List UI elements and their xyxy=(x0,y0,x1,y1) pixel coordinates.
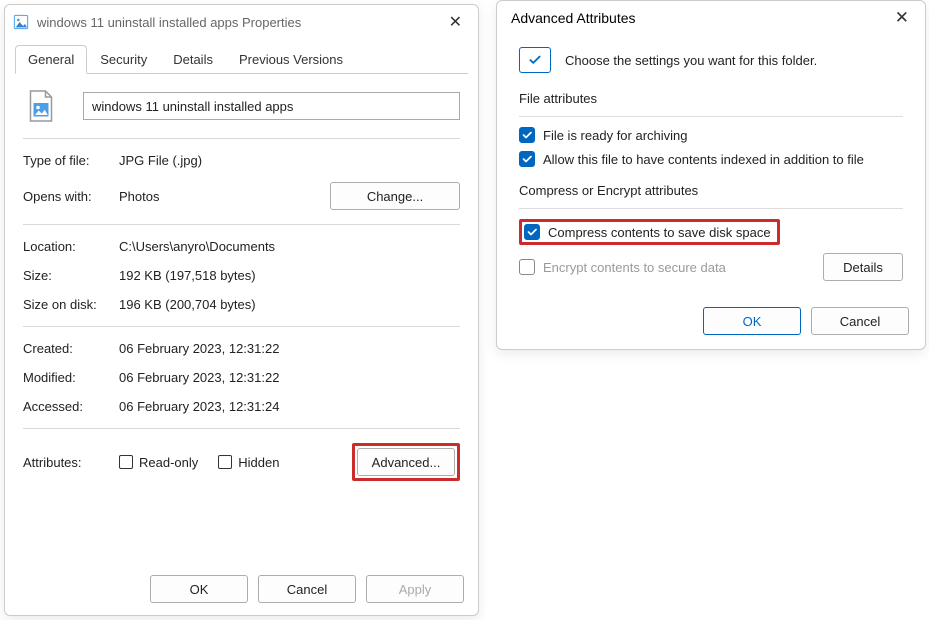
location-label: Location: xyxy=(23,239,119,254)
ok-button[interactable]: OK xyxy=(150,575,248,603)
close-icon[interactable]: ✕ xyxy=(887,4,917,32)
size-label: Size: xyxy=(23,268,119,283)
close-icon[interactable]: ✕ xyxy=(441,8,470,36)
size-value: 192 KB (197,518 bytes) xyxy=(119,268,256,283)
accessed-label: Accessed: xyxy=(23,399,119,414)
advanced-title: Advanced Attributes xyxy=(505,10,887,26)
created-value: 06 February 2023, 12:31:22 xyxy=(119,341,279,356)
archive-label: File is ready for archiving xyxy=(543,128,688,143)
compress-encrypt-label: Compress or Encrypt attributes xyxy=(519,183,903,198)
properties-title: windows 11 uninstall installed apps Prop… xyxy=(37,15,441,30)
size-on-disk-value: 196 KB (200,704 bytes) xyxy=(119,297,256,312)
compress-highlight: Compress contents to save disk space xyxy=(519,219,780,245)
readonly-checkbox[interactable] xyxy=(119,455,133,469)
change-button[interactable]: Change... xyxy=(330,182,460,210)
details-button[interactable]: Details xyxy=(823,253,903,281)
index-label: Allow this file to have contents indexed… xyxy=(543,152,864,167)
modified-value: 06 February 2023, 12:31:22 xyxy=(119,370,279,385)
encrypt-label: Encrypt contents to secure data xyxy=(543,260,726,275)
advanced-intro: Choose the settings you want for this fo… xyxy=(565,53,817,68)
checkmark-icon xyxy=(519,47,551,73)
opens-with-label: Opens with: xyxy=(23,189,119,204)
apply-button[interactable]: Apply xyxy=(366,575,464,603)
compress-checkbox[interactable] xyxy=(524,224,540,240)
type-value: JPG File (.jpg) xyxy=(119,153,202,168)
advanced-attributes-dialog: Advanced Attributes ✕ Choose the setting… xyxy=(496,0,926,350)
properties-titlebar: windows 11 uninstall installed apps Prop… xyxy=(5,5,478,39)
encrypt-checkbox[interactable] xyxy=(519,259,535,275)
cancel-button[interactable]: Cancel xyxy=(811,307,909,335)
opens-with-value: Photos xyxy=(119,189,330,204)
readonly-label: Read-only xyxy=(139,455,198,470)
general-pane: Type of file:JPG File (.jpg) Opens with:… xyxy=(5,74,478,509)
advanced-titlebar: Advanced Attributes ✕ xyxy=(497,1,925,35)
index-checkbox[interactable] xyxy=(519,151,535,167)
advanced-body: Choose the settings you want for this fo… xyxy=(497,35,925,309)
modified-label: Modified: xyxy=(23,370,119,385)
advanced-button[interactable]: Advanced... xyxy=(357,448,455,476)
tabs-bar: General Security Details Previous Versio… xyxy=(15,45,468,74)
size-on-disk-label: Size on disk: xyxy=(23,297,119,312)
file-type-icon xyxy=(23,88,59,124)
compress-label: Compress contents to save disk space xyxy=(548,225,771,240)
properties-dialog: windows 11 uninstall installed apps Prop… xyxy=(4,4,479,616)
tab-details[interactable]: Details xyxy=(160,45,226,73)
hidden-label: Hidden xyxy=(238,455,279,470)
tab-previous-versions[interactable]: Previous Versions xyxy=(226,45,356,73)
type-label: Type of file: xyxy=(23,153,119,168)
advanced-highlight: Advanced... xyxy=(352,443,460,481)
file-icon xyxy=(13,14,29,30)
filename-input[interactable] xyxy=(83,92,460,120)
attributes-label: Attributes: xyxy=(23,455,119,470)
properties-footer: OK Cancel Apply xyxy=(150,575,464,603)
tab-general[interactable]: General xyxy=(15,45,87,74)
advanced-footer: OK Cancel xyxy=(703,307,909,335)
ok-button[interactable]: OK xyxy=(703,307,801,335)
created-label: Created: xyxy=(23,341,119,356)
accessed-value: 06 February 2023, 12:31:24 xyxy=(119,399,279,414)
location-value: C:\Users\anyro\Documents xyxy=(119,239,275,254)
hidden-checkbox[interactable] xyxy=(218,455,232,469)
archive-checkbox[interactable] xyxy=(519,127,535,143)
tab-security[interactable]: Security xyxy=(87,45,160,73)
file-attributes-label: File attributes xyxy=(519,91,903,106)
cancel-button[interactable]: Cancel xyxy=(258,575,356,603)
